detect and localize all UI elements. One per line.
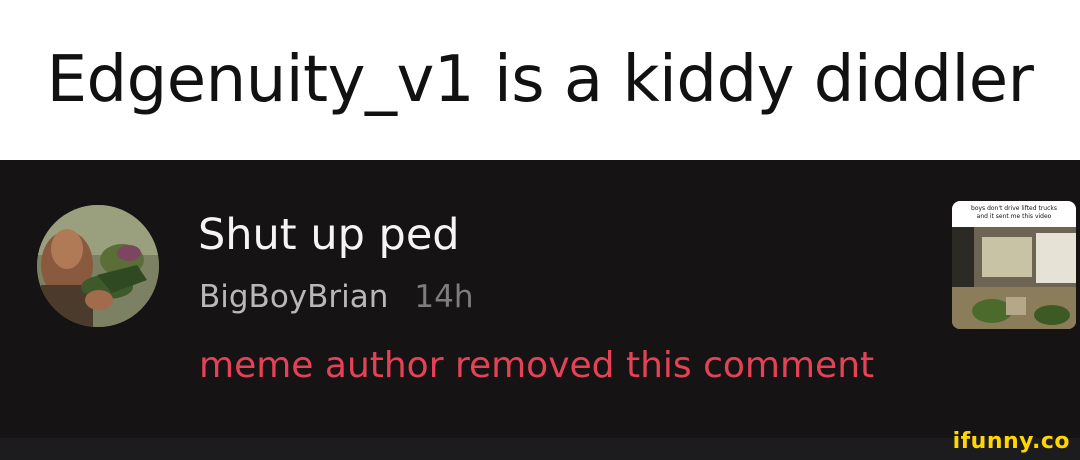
username[interactable]: BigBoyBrian: [199, 279, 388, 315]
meme-caption-text: Edgenuity_v1 is a kiddy diddler: [46, 43, 1034, 117]
bottom-strip: [0, 438, 1080, 460]
thumbnail-image: [952, 227, 1076, 329]
avatar-image: [37, 205, 159, 327]
comment-timestamp: 14h: [414, 279, 474, 315]
video-thumbnail[interactable]: boys don't drive lifted trucks and it se…: [952, 201, 1076, 329]
removed-comment-notice: meme author removed this comment: [199, 345, 875, 386]
ifunny-watermark: ifunny.co: [952, 429, 1070, 454]
meme-caption: Edgenuity_v1 is a kiddy diddler: [0, 0, 1080, 160]
comment-screenshot: [0, 160, 1080, 460]
thumbnail-caption-line-1: boys don't drive lifted trucks: [971, 205, 1057, 212]
comment-text: Shut up ped: [198, 210, 460, 260]
comment-meta: BigBoyBrian 14h: [199, 279, 474, 315]
thumbnail-caption: boys don't drive lifted trucks and it se…: [952, 205, 1076, 221]
thumbnail-caption-line-2: and it sent me this video: [976, 213, 1052, 220]
avatar[interactable]: [37, 205, 159, 327]
